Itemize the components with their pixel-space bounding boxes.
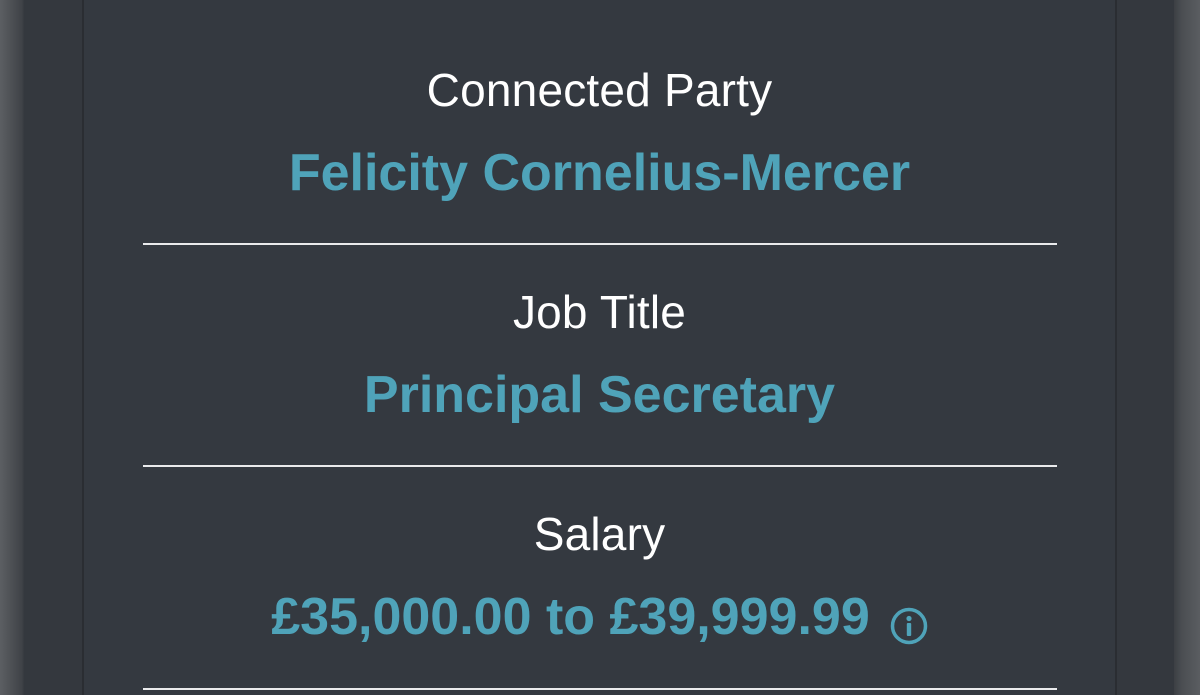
job-title-label: Job Title [512,286,687,338]
details-card: Connected Party Felicity Cornelius-Merce… [84,0,1115,695]
info-circle-icon[interactable] [890,597,928,645]
divider-3 [143,688,1057,690]
card-border-left [82,0,84,695]
job-title-field: Job Title Principal Secretary [84,284,1115,426]
connected-party-label: Connected Party [426,64,773,116]
divider-1 [143,243,1057,245]
salary-value-row: £35,000.00 to £39,999.99 [84,586,1115,648]
connected-party-value: Felicity Cornelius-Mercer [288,144,911,202]
card-border-right [1115,0,1117,695]
window-frame: Connected Party Felicity Cornelius-Merce… [0,0,1200,695]
divider-2 [143,465,1057,467]
salary-label: Salary [533,508,666,560]
salary-value: £35,000.00 to £39,999.99 [271,588,870,646]
salary-field: Salary £35,000.00 to £39,999.99 [84,506,1115,648]
job-title-value: Principal Secretary [363,366,836,424]
window-right-edge [1174,0,1200,695]
connected-party-field: Connected Party Felicity Cornelius-Merce… [84,62,1115,204]
